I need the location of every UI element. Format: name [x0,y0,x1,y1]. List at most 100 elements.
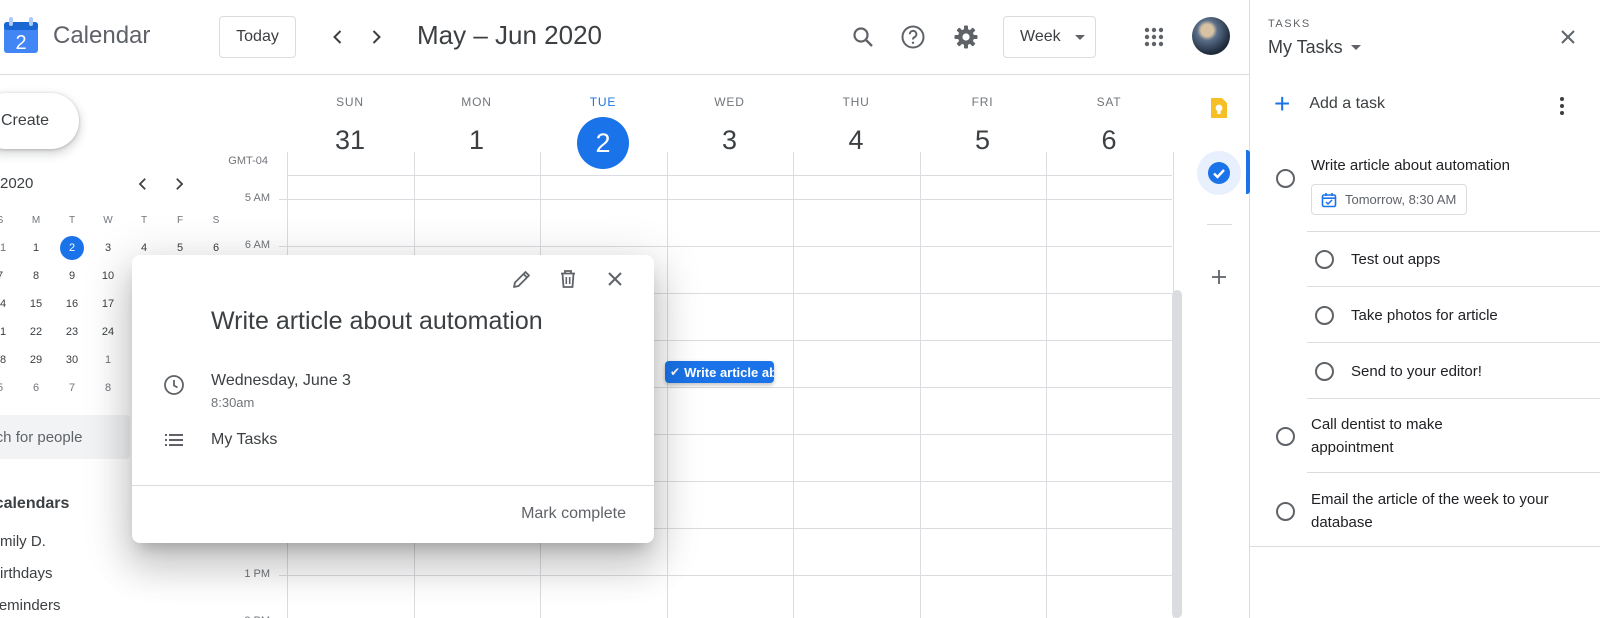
mark-complete-button[interactable]: Mark complete [521,505,626,523]
today-button[interactable]: Today [219,16,296,58]
mini-calendar-prev-button[interactable] [127,168,159,200]
day-number[interactable]: 6 [1046,117,1172,163]
settings-button[interactable] [948,19,984,55]
tasks-button[interactable] [1197,151,1241,195]
create-button[interactable]: Create [0,93,79,149]
day-name: THU [842,95,870,109]
previous-period-button[interactable] [322,21,354,53]
apps-button[interactable] [1136,19,1172,55]
add-task-label: Add a task [1309,95,1385,112]
chevron-left-icon [138,178,146,190]
mini-calendar-day[interactable]: 10 [90,270,126,282]
mini-calendar-day[interactable]: 24 [90,326,126,338]
mini-calendar-day[interactable]: 17 [90,298,126,310]
tasks-panel-label: TASKS [1268,18,1311,30]
task-title[interactable]: Email the article of the week to your da… [1311,488,1551,534]
day-header-fri[interactable]: FRI 5 [920,95,1046,163]
day-number[interactable]: 5 [920,117,1046,163]
day-header-tue[interactable]: TUE 2 [540,95,666,169]
task-event-chip-label: Write article about automation [684,364,774,380]
my-calendars-heading[interactable]: My calendars [0,495,69,513]
task-due-chip[interactable]: Tomorrow, 8:30 AM [1311,184,1468,215]
apps-grid-icon [1144,27,1164,47]
subtask-title[interactable]: Take photos for article [1351,304,1498,327]
edit-button[interactable] [510,267,534,291]
mini-calendar-day[interactable]: 7 [54,382,90,394]
subtask-complete-checkbox[interactable] [1315,362,1334,381]
delete-button[interactable] [556,267,580,291]
mini-calendar-day[interactable]: 1 [90,354,126,366]
search-button[interactable] [845,19,881,55]
subtask-title[interactable]: Test out apps [1351,248,1440,271]
mini-calendar-day[interactable]: 14 [0,298,18,310]
view-selector[interactable]: Week [1003,16,1096,58]
subtask-title[interactable]: Send to your editor! [1351,360,1482,383]
mini-calendar-day[interactable]: 8 [18,270,54,282]
more-options-button[interactable] [1559,96,1565,116]
subtask-complete-checkbox[interactable] [1315,250,1334,269]
mini-calendar-next-button[interactable] [163,168,195,200]
keep-icon [1211,98,1227,118]
mini-calendar-day[interactable]: 28 [0,354,18,366]
mini-calendar-day[interactable]: 30 [54,354,90,366]
trash-icon [561,270,575,288]
mini-calendar-day[interactable]: 1 [18,242,54,254]
help-button[interactable] [895,19,931,55]
keep-button[interactable] [1197,86,1241,130]
hour-label: 6 AM [244,239,270,251]
add-task-button[interactable]: + Add a task [1274,90,1385,118]
next-period-button[interactable] [360,21,392,53]
day-number[interactable]: 3 [667,117,793,163]
account-avatar[interactable] [1192,17,1230,55]
mini-calendar-weekday: T [68,214,76,226]
grid-scrollbar[interactable] [1172,290,1182,618]
task-complete-checkbox[interactable] [1276,502,1295,521]
timezone-label: GMT-04 [228,155,268,167]
task-event-chip[interactable]: ✔ Write article about automation [665,361,774,383]
mini-calendar-day[interactable]: 23 [54,326,90,338]
calendar-logo-icon[interactable]: 2 [2,17,40,55]
task-list-selector[interactable]: My Tasks [1268,37,1361,58]
mini-calendar-day[interactable]: 9 [54,270,90,282]
task-title[interactable]: Call dentist to make appointment [1311,413,1501,459]
mini-calendar-day[interactable]: 8 [90,382,126,394]
mini-calendar-day[interactable]: 7 [0,270,18,282]
mini-calendar-day[interactable]: 16 [54,298,90,310]
day-header-sat[interactable]: SAT 6 [1046,95,1172,163]
day-header-sun[interactable]: SUN 31 [287,95,413,163]
mini-calendar-day[interactable]: 22 [18,326,54,338]
mini-calendar-day[interactable]: 15 [18,298,54,310]
mini-calendar-day[interactable]: 31 [0,242,18,254]
task-complete-checkbox[interactable] [1276,427,1295,446]
task-title[interactable]: Write article about automation [1311,154,1571,177]
day-number[interactable]: 1 [414,117,540,163]
task-complete-checkbox[interactable] [1276,169,1295,188]
day-header-thu[interactable]: THU 4 [793,95,919,163]
popup-divider [132,485,654,486]
close-tasks-button[interactable] [1557,26,1579,48]
mini-calendar-day[interactable]: 5 [162,242,198,254]
mini-calendar-day[interactable]: 29 [18,354,54,366]
subtask-complete-checkbox[interactable] [1315,306,1334,325]
day-number[interactable]: 2 [540,117,666,169]
close-popup-button[interactable] [603,267,627,291]
mini-calendar-day[interactable]: 21 [0,326,18,338]
chevron-right-icon [176,178,184,190]
get-addons-button[interactable] [1197,255,1241,299]
mini-calendar-day[interactable]: 4 [126,242,162,254]
calendar-item[interactable]: Emily D. [0,533,46,550]
calendar-item[interactable]: Birthdays [0,565,53,582]
search-people-input[interactable]: Search for people [0,415,130,459]
day-number[interactable]: 31 [287,117,413,163]
mini-calendar-day[interactable]: 2 [54,236,90,260]
mini-calendar-day[interactable]: 3 [90,242,126,254]
day-number[interactable]: 4 [793,117,919,163]
mini-calendar-weekday: S [0,215,18,226]
day-header-wed[interactable]: WED 3 [667,95,793,163]
grid-day-column-line [793,152,794,618]
mini-calendar-day[interactable]: 6 [18,382,54,394]
day-header-mon[interactable]: MON 1 [414,95,540,163]
mini-calendar-day[interactable]: 5 [0,382,18,394]
calendar-item[interactable]: Reminders [0,597,61,614]
gear-icon [954,25,978,49]
